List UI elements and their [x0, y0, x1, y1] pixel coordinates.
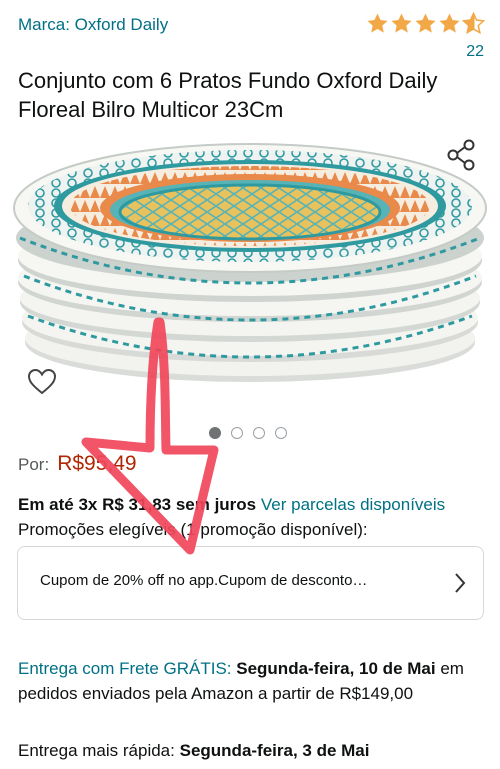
carousel-dot[interactable]	[209, 427, 221, 439]
price-value: R$95,49	[57, 452, 137, 475]
carousel-dots[interactable]	[209, 427, 287, 439]
star-icon	[391, 13, 412, 33]
delivery-date: Segunda-feira, 10 de Mai	[236, 659, 436, 678]
star-icon	[415, 13, 436, 33]
fast-delivery-date: Segunda-feira, 3 de Mai	[179, 741, 370, 760]
star-icon	[367, 13, 388, 33]
star-icon	[439, 13, 460, 33]
price-label: Por:	[18, 455, 50, 474]
chevron-right-icon	[455, 573, 466, 593]
fast-delivery: Entrega mais rápida: Segunda-feira, 3 de…	[18, 741, 370, 761]
installments-link[interactable]: Ver parcelas disponíveis	[261, 495, 445, 514]
carousel-dot[interactable]	[253, 427, 265, 439]
carousel-dot[interactable]	[275, 427, 287, 439]
fast-delivery-label: Entrega mais rápida:	[18, 741, 175, 760]
product-title: Conjunto com 6 Pratos Fundo Oxford Daily…	[18, 68, 438, 122]
price-row: Por: R$95,49	[18, 452, 137, 476]
carousel-dot[interactable]	[231, 427, 243, 439]
product-image[interactable]	[0, 128, 500, 428]
heart-icon[interactable]	[26, 366, 58, 398]
share-icon[interactable]	[444, 138, 478, 172]
star-half-icon	[462, 12, 485, 35]
brand-link[interactable]: Marca: Oxford Daily	[18, 15, 168, 35]
rating-count[interactable]: 22	[466, 43, 484, 61]
free-shipping-link[interactable]: Entrega com Frete GRÁTIS:	[18, 659, 232, 678]
rating-stars[interactable]	[366, 12, 485, 35]
promotions-text: Promoções elegíveis (1 promoção disponív…	[18, 520, 368, 539]
installments: Em até 3x R$ 31,83 sem juros Ver parcela…	[18, 495, 445, 515]
delivery-info: Entrega com Frete GRÁTIS: Segunda-feira,…	[18, 656, 478, 706]
coupon-card[interactable]: Cupom de 20% off no app.Cupom de descont…	[17, 546, 484, 620]
installments-text: Em até 3x R$ 31,83 sem juros	[18, 495, 257, 514]
coupon-text: Cupom de 20% off no app.Cupom de descont…	[40, 572, 368, 589]
